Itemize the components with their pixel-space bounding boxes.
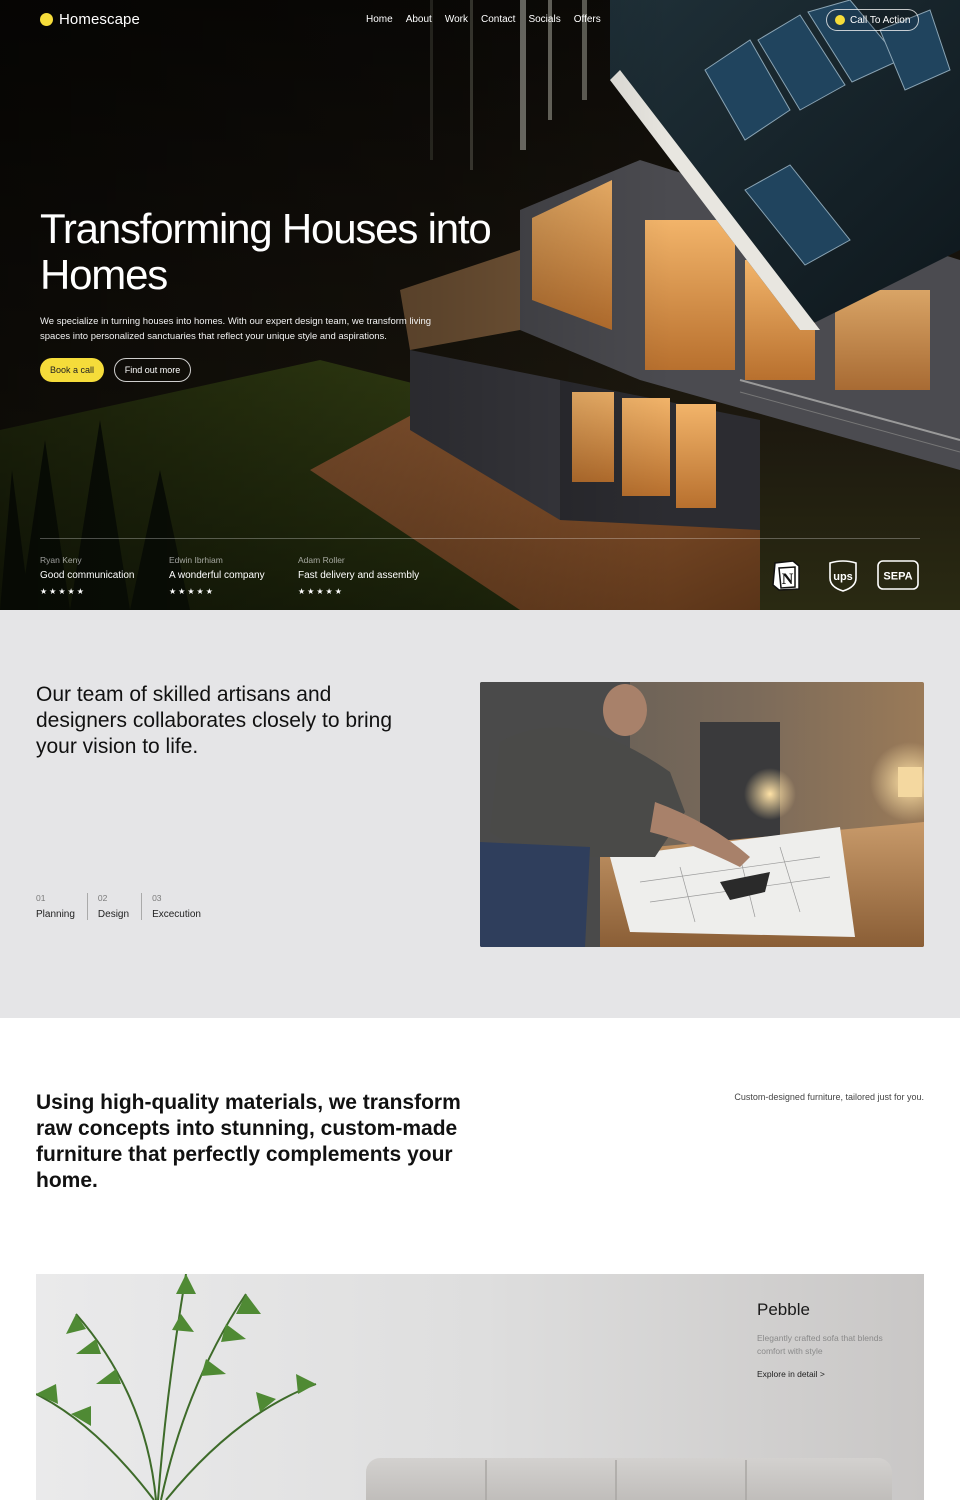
brand-logo[interactable]: Homescape (40, 11, 140, 28)
ups-logo-icon: ups (826, 558, 860, 592)
step-label: Planning (36, 909, 75, 920)
process-steps: 01 Planning 02 Design 03 Excecution (36, 893, 213, 920)
call-to-action-button[interactable]: Call To Action (826, 9, 919, 31)
top-navigation: Homescape Home About Work Contact Social… (0, 0, 960, 40)
product-name: Pebble (757, 1300, 810, 1319)
nav-link-offers[interactable]: Offers (574, 14, 601, 25)
step-label: Excecution (152, 909, 201, 920)
svg-text:ups: ups (833, 571, 853, 583)
reviewer-name: Edwin Ibrhiam (169, 555, 223, 565)
step-label: Design (97, 909, 130, 920)
team-section: Our team of skilled artisans and designe… (0, 610, 960, 1018)
brand-name: Homescape (59, 11, 140, 28)
reviewer-name: Adam Roller (298, 555, 345, 565)
product-card: Pebble Elegantly crafted sofa that blend… (36, 1274, 924, 1500)
review-item: Adam Roller Fast delivery and assembly ★… (298, 555, 419, 596)
step-number: 03 (152, 893, 162, 903)
hero-title: Transforming Houses into Homes (40, 205, 492, 298)
notion-logo-icon: N (769, 558, 803, 592)
review-item: Edwin Ibrhiam A wonderful company ★★★★★ (169, 555, 265, 596)
review-stars: ★★★★★ (169, 587, 215, 596)
step-planning[interactable]: 01 Planning (36, 893, 87, 920)
nav-link-home[interactable]: Home (366, 14, 393, 25)
explore-detail-link[interactable]: Explore in detail > (757, 1369, 825, 1379)
svg-text:N: N (782, 571, 794, 588)
reviewer-name: Ryan Keny (40, 555, 82, 565)
book-call-button[interactable]: Book a call (40, 358, 104, 382)
find-out-more-button[interactable]: Find out more (114, 358, 191, 382)
brand-dot-icon (40, 13, 53, 26)
nav-link-work[interactable]: Work (445, 14, 468, 25)
nav-link-contact[interactable]: Contact (481, 14, 515, 25)
materials-note: Custom-designed furniture, tailored just… (734, 1092, 924, 1102)
materials-heading: Using high-quality materials, we transfo… (36, 1091, 461, 1192)
cta-label: Call To Action (850, 14, 911, 26)
designer-at-work-image (480, 682, 924, 947)
review-text: Good communication (40, 570, 135, 581)
hero-divider (40, 538, 920, 539)
review-item: Ryan Keny Good communication ★★★★★ (40, 555, 135, 596)
review-text: A wonderful company (169, 570, 265, 581)
step-number: 02 (97, 893, 108, 903)
sepa-logo-icon: SEPA (877, 558, 919, 592)
review-stars: ★★★★★ (298, 587, 344, 596)
nav-link-socials[interactable]: Socials (528, 14, 560, 25)
step-number: 01 (36, 893, 46, 903)
nav-menu: Home About Work Contact Socials Offers (366, 14, 601, 25)
svg-text:SEPA: SEPA (883, 571, 912, 583)
product-description: Elegantly crafted sofa that blends comfo… (757, 1333, 883, 1356)
step-execution[interactable]: 03 Excecution (141, 893, 213, 920)
hero-overlay (0, 0, 960, 610)
materials-section: Using high-quality materials, we transfo… (0, 1018, 960, 1500)
review-stars: ★★★★★ (40, 587, 86, 596)
review-text: Fast delivery and assembly (298, 570, 420, 581)
hero-description: We specialize in turning houses into hom… (40, 316, 432, 342)
nav-link-about[interactable]: About (406, 14, 432, 25)
cta-dot-icon (835, 15, 845, 25)
step-design[interactable]: 02 Design (86, 893, 141, 920)
team-heading: Our team of skilled artisans and designe… (36, 683, 393, 758)
hero-section: Homescape Home About Work Contact Social… (0, 0, 960, 610)
